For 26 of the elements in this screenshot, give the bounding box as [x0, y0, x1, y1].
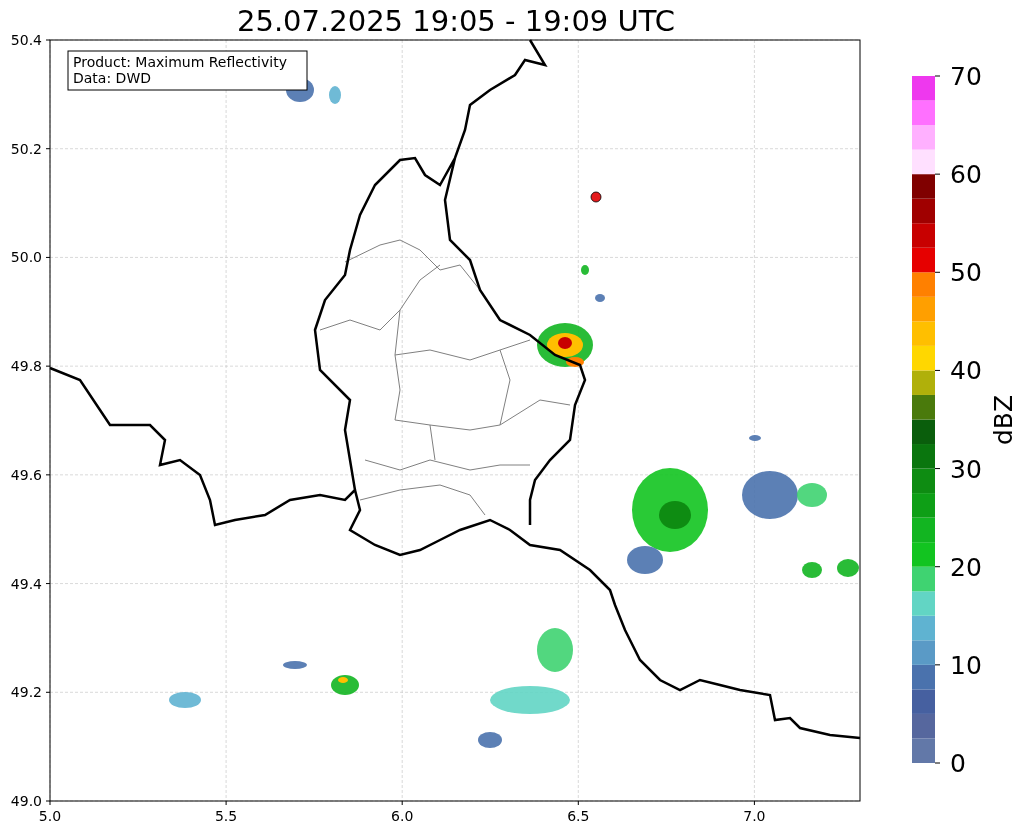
colorbar-label: dBZ [989, 394, 1018, 446]
x-tick-label: 5.5 [214, 808, 238, 824]
colorbar-tick-label: 10 [950, 650, 982, 680]
y-tick-label: 49.6 [10, 466, 42, 483]
colorbar-tick-label: 70 [950, 62, 982, 91]
colorbar-tick-label: 40 [950, 356, 982, 386]
x-tick-label: 6.5 [567, 808, 590, 824]
y-tick-label: 49.8 [10, 358, 42, 375]
legend-text: Data: DWD [73, 70, 151, 86]
colorbar-tick-label: 60 [950, 160, 982, 190]
colorbar-tick-label: 0 [950, 749, 966, 778]
x-tick-label: 6.0 [391, 808, 414, 824]
y-tick-label: 50.0 [10, 249, 42, 266]
x-tick-label: 7.0 [743, 808, 766, 824]
chart-title: 25.07.2025 19:05 - 19:09 UTC [237, 4, 675, 38]
legend-text: Product: Maximum Reflectivity [73, 54, 287, 70]
y-tick-label: 49.4 [10, 575, 42, 592]
colorbar-tick-label: 50 [950, 258, 982, 288]
y-tick-label: 50.2 [10, 140, 42, 157]
y-tick-label: 50.4 [10, 32, 42, 48]
x-tick-label: 5.0 [38, 808, 62, 824]
colorbar-tick-label: 20 [950, 552, 982, 582]
y-tick-label: 49.0 [10, 793, 42, 809]
location-marker [590, 191, 602, 203]
y-tick-label: 49.2 [10, 684, 42, 701]
colorbar-tick-label: 30 [950, 454, 982, 484]
